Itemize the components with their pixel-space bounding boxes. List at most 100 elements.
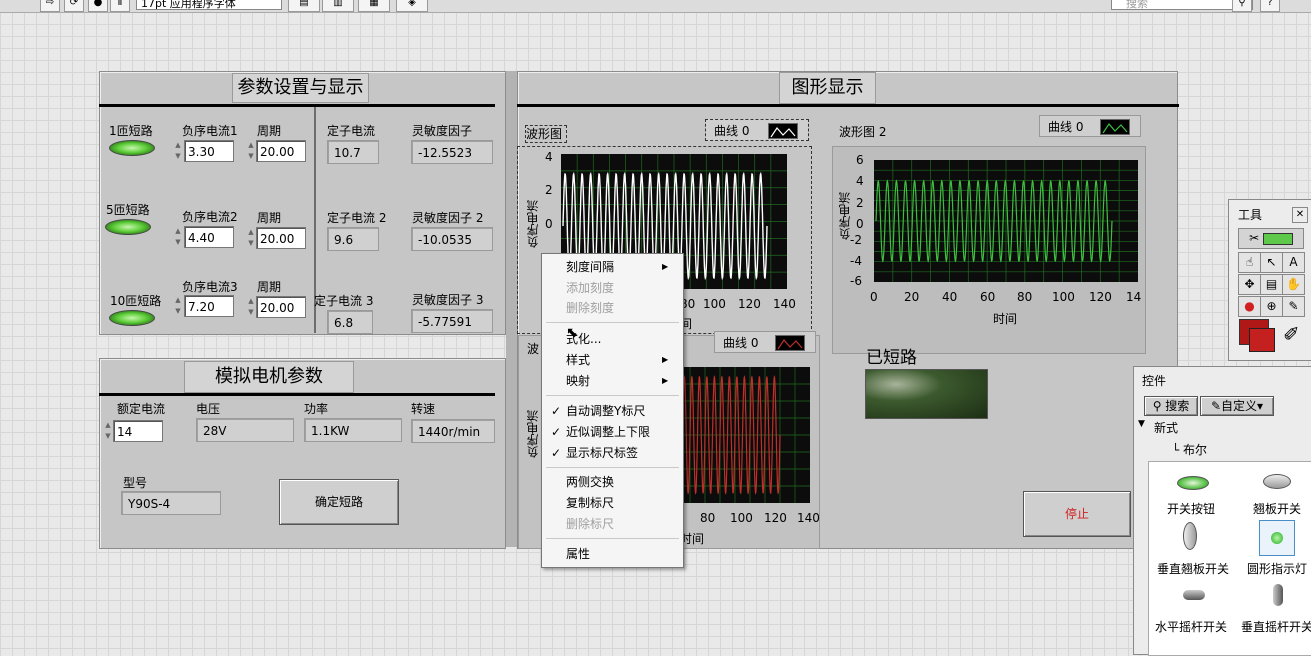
period-3-field[interactable]: 20.00 [256,296,306,318]
menu-item-mapping[interactable]: 映射 ▶ [566,371,668,391]
background-color-icon[interactable] [1249,328,1275,352]
rocker-switch-icon[interactable] [1263,474,1291,489]
neg-current-3-stepper[interactable]: ▲ ▼ [174,295,182,317]
vertical-rocker-icon[interactable] [1183,522,1197,550]
tree-expand-icon[interactable]: ▼ [1138,419,1145,429]
pause-icon[interactable]: Ⅱ [110,0,130,12]
menu-item-show-scale-label[interactable]: ✓ 显示标尺标签 [551,443,638,463]
font-selector[interactable]: 17pt 应用程序字体 [136,0,282,10]
params-panel-title: 参数设置与显示 [232,73,369,103]
graph2-xtick: 120 [1089,290,1112,304]
probe-tool-icon[interactable]: ⊕ [1260,296,1283,317]
graph2-legend[interactable]: 曲线 0 [1039,115,1141,137]
run-continuous-icon[interactable]: ⟳ [64,0,84,12]
menu-item-autoscale-y[interactable]: ✓ 自动调整Y标尺 [551,401,645,421]
color-copy-tool-icon[interactable]: ✎ [1282,296,1305,317]
period-2-field[interactable]: 20.00 [256,227,306,249]
mouse-cursor-icon: ⬉ [566,325,578,341]
neg-current-2-field[interactable]: 4.40 [184,226,234,248]
palette-item-label: 垂直翘板开关 [1157,562,1230,576]
shortcut-menu-tool-icon[interactable]: ▤ [1260,274,1283,295]
period-1-field[interactable]: 20.00 [256,140,306,162]
neg-current-1-field[interactable]: 3.30 [184,140,234,162]
text-tool-icon[interactable]: A [1282,252,1305,273]
shorted-label: 已短路 [866,348,917,368]
graph3-ylabel: 负序电流 [526,410,540,458]
short-5-switch[interactable] [105,219,151,235]
menu-item-add-tick: 添加刻度 [566,281,615,295]
menu-item-swap-sides[interactable]: 两侧交换 [566,472,614,492]
neg-current-3-field[interactable]: 7.20 [184,295,234,317]
neg-current-1-stepper[interactable]: ▲ ▼ [174,140,182,162]
vertical-toggle-icon[interactable] [1273,584,1283,606]
toolbar: ⇨ ⟳ ● Ⅱ 17pt 应用程序字体 ▤ ▥ ▦ ◈ 搜索 ⚲ ? [0,0,1311,13]
graph2-ytick: 6 [856,153,864,167]
abort-icon[interactable]: ● [88,0,108,12]
graph2-label: 波形图 2 [839,125,887,139]
graph2-legend-label: 曲线 0 [1048,120,1084,134]
toggle-button-icon[interactable] [1177,476,1209,490]
palette-search-button[interactable]: ⚲ 搜索 [1144,396,1198,416]
graph1-ytick: 0 [545,217,553,231]
graph3-legend[interactable]: 曲线 0 [714,331,816,353]
round-led-icon[interactable] [1259,520,1295,556]
horizontal-toggle-icon[interactable] [1183,590,1205,600]
graph1-xtick: 100 [703,297,726,311]
graph3-xtick: 80 [700,511,716,525]
close-icon[interactable]: ✕ [1292,207,1308,223]
resize-icon[interactable]: ▦ [358,0,390,12]
confirm-short-button[interactable]: 确定短路 [279,479,399,525]
speed-value: 1440r/min [411,419,495,443]
tree-root[interactable]: 新式 [1154,419,1178,436]
period-1-stepper[interactable]: ▲ ▼ [247,140,255,162]
breakpoint-tool-icon[interactable]: ● [1238,296,1261,317]
palette-customize-button[interactable]: ✎自定义▾ [1200,396,1274,416]
graph2-ytick: 4 [856,174,864,188]
short-1-label: 1匝短路 [109,124,153,138]
short-1-switch[interactable] [109,140,155,156]
graph1-legend[interactable]: 曲线 0 [705,119,809,141]
palette-items: 开关按钮 翘板开关 垂直翘板开关 圆形指示灯 水平摇杆开关 垂直摇杆开关 [1148,461,1311,656]
run-arrow-icon[interactable]: ⇨ [40,0,60,12]
graph1-label[interactable]: 波形图 [525,125,567,143]
menu-item-duplicate-scale[interactable]: 复制标尺 [566,493,614,513]
graph2-xtick: 60 [980,290,996,304]
graph3-xtick: 120 [764,511,787,525]
stator-current-2-value: 9.6 [327,227,379,251]
menu-item-loose-fit[interactable]: ✓ 近似调整上下限 [551,422,650,442]
voltage-label: 电压 [196,402,221,416]
auto-tool-icon[interactable]: ✂ [1238,228,1304,249]
wire-tool-icon[interactable]: ✥ [1238,274,1261,295]
stop-button[interactable]: 停止 [1023,491,1131,537]
graph1-legend-swatch [768,123,798,139]
rated-current-field[interactable]: 14 [113,420,163,442]
stator-current-3-value: 6.8 [327,310,373,334]
period-3-stepper[interactable]: ▲ ▼ [247,296,255,318]
position-tool-icon[interactable]: ↖ [1260,252,1283,273]
motor-title-rule [99,393,495,396]
graph2-plot [874,160,1138,282]
reorder-icon[interactable]: ◈ [396,0,428,12]
graph1-ytick: 2 [545,183,553,197]
period-2-stepper[interactable]: ▲ ▼ [247,227,255,249]
period-2-label: 周期 [257,211,282,225]
scroll-tool-icon[interactable]: ✋ [1282,274,1305,295]
graph2-ytick: 2 [856,196,864,210]
menu-item-properties[interactable]: 属性 [566,544,590,564]
shorted-indicator [865,369,988,419]
neg-current-2-stepper[interactable]: ▲ ▼ [174,226,182,248]
search-icon[interactable]: ⚲ [1232,0,1252,12]
menu-item-style[interactable]: 样式 ▶ [566,350,668,370]
rated-current-stepper[interactable]: ▲ ▼ [104,420,112,442]
help-icon[interactable]: ? [1260,0,1280,12]
graph1-xtick: 120 [738,297,761,311]
align-icon[interactable]: ▤ [288,0,320,12]
operate-tool-icon[interactable]: ☝ [1238,252,1261,273]
short-10-switch[interactable] [109,310,155,326]
graph2-xtick: 100 [1052,290,1075,304]
menu-item-tick-interval[interactable]: 刻度间隔 ▶ [566,257,668,277]
graph3-label: 波 [527,342,540,356]
distribute-icon[interactable]: ▥ [322,0,354,12]
brush-icon[interactable]: ✐ [1283,322,1300,346]
tree-child[interactable]: └ 布尔 [1172,441,1207,458]
